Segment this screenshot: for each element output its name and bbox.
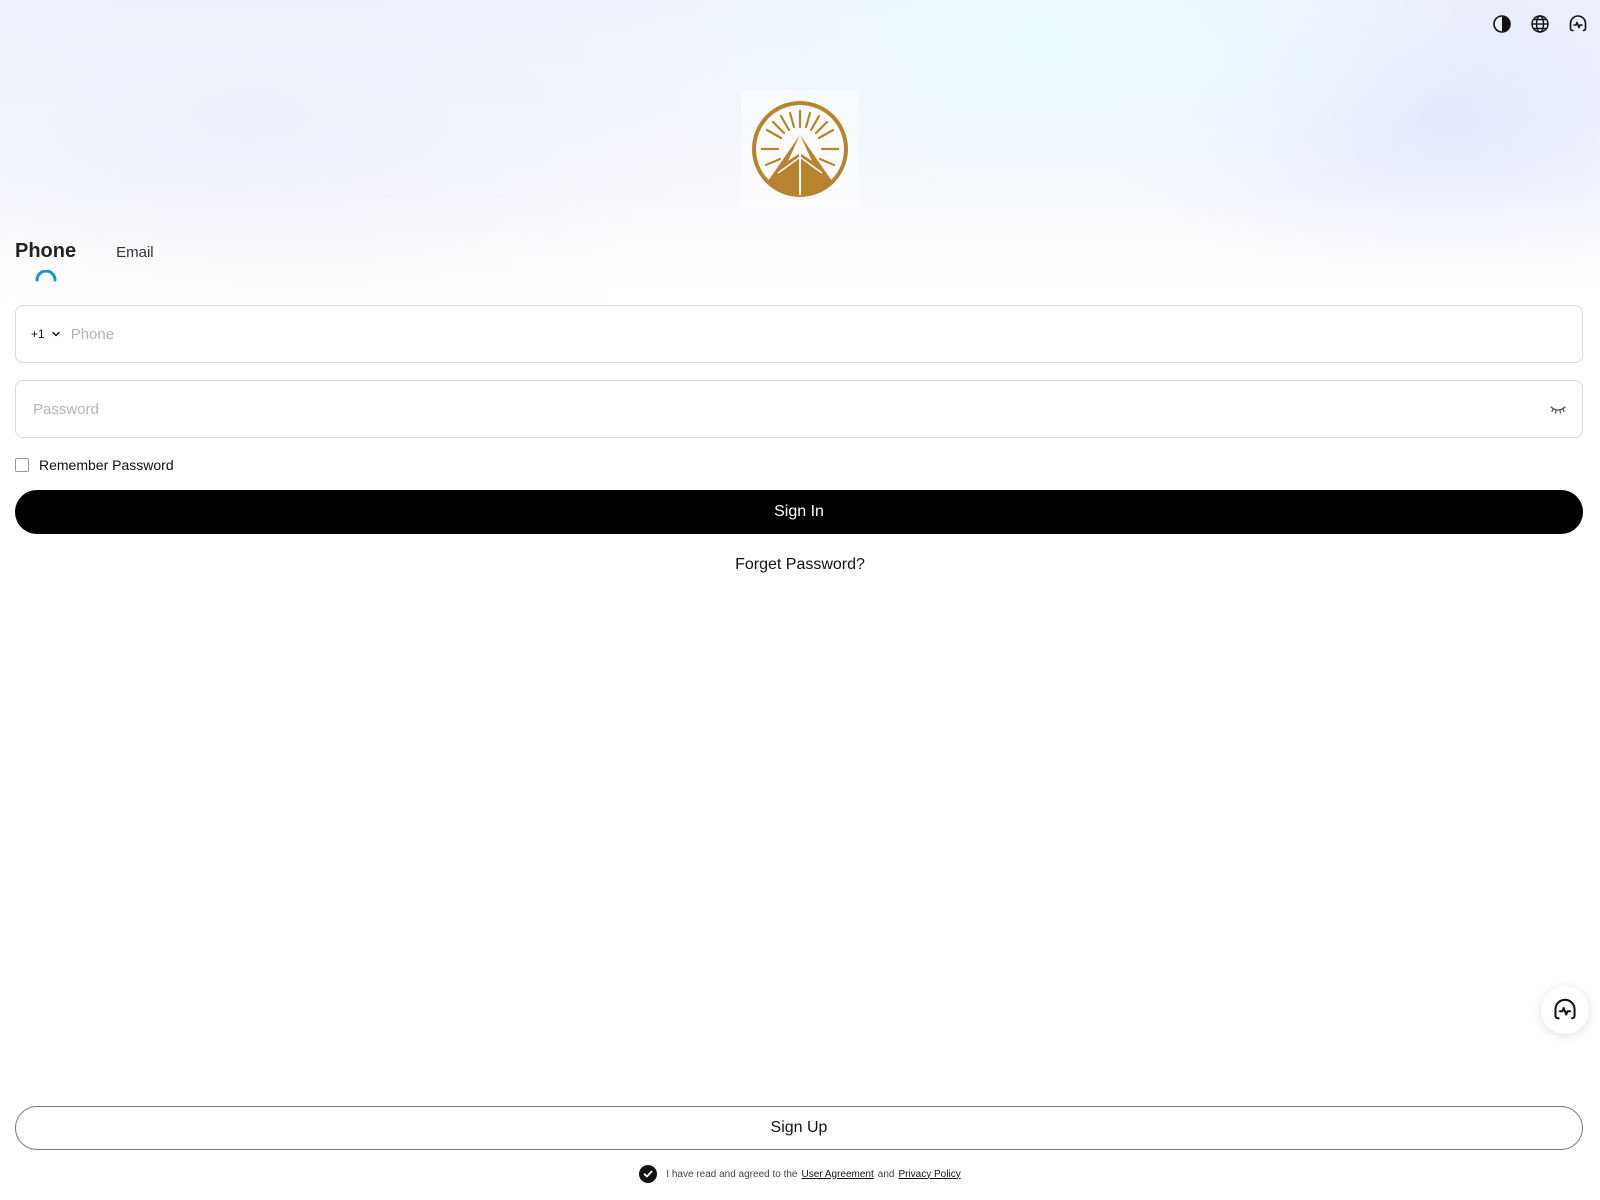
remember-password[interactable]: Remember Password: [15, 457, 174, 473]
theme-contrast-icon[interactable]: [1490, 12, 1514, 36]
eye-closed-icon[interactable]: [1548, 399, 1568, 419]
country-code-select[interactable]: +1: [31, 327, 61, 341]
language-globe-icon[interactable]: [1528, 12, 1552, 36]
agreement-text: I have read and agreed to the User Agree…: [666, 1169, 960, 1180]
country-code-value: +1: [31, 327, 45, 341]
sign-up-button[interactable]: Sign Up: [15, 1106, 1583, 1150]
tab-phone[interactable]: Phone: [15, 240, 77, 282]
user-agreement-link[interactable]: User Agreement: [802, 1169, 874, 1180]
sun-mountain-logo-icon: [752, 101, 848, 197]
login-method-tabs: Phone Email: [15, 240, 154, 282]
phone-field: +1: [15, 305, 1583, 363]
privacy-policy-link[interactable]: Privacy Policy: [898, 1169, 960, 1180]
customer-service-icon: [1554, 998, 1576, 1020]
password-input[interactable]: [31, 399, 1548, 419]
agreement-prefix: I have read and agreed to the: [666, 1168, 798, 1180]
sign-in-button[interactable]: Sign In: [15, 490, 1583, 534]
remember-password-label: Remember Password: [39, 457, 174, 473]
password-field: [15, 380, 1583, 438]
agreement-and: and: [877, 1168, 895, 1180]
brand-logo: [741, 90, 859, 208]
active-tab-indicator: [35, 270, 57, 282]
tab-email-label: Email: [116, 244, 154, 261]
agreement-checkbox[interactable]: [639, 1165, 658, 1183]
check-icon: [643, 1170, 653, 1178]
tab-email[interactable]: Email: [116, 244, 154, 263]
top-toolbar: [1490, 12, 1590, 36]
forget-password-link[interactable]: Forget Password?: [0, 556, 1600, 574]
phone-input[interactable]: [68, 324, 1582, 344]
floating-support-button[interactable]: [1541, 986, 1589, 1034]
tab-phone-label: Phone: [15, 240, 77, 262]
remember-password-checkbox[interactable]: [15, 458, 29, 472]
agreement-row: I have read and agreed to the User Agree…: [0, 1165, 1600, 1183]
chevron-down-icon: [51, 331, 60, 337]
customer-service-icon[interactable]: [1566, 12, 1590, 36]
